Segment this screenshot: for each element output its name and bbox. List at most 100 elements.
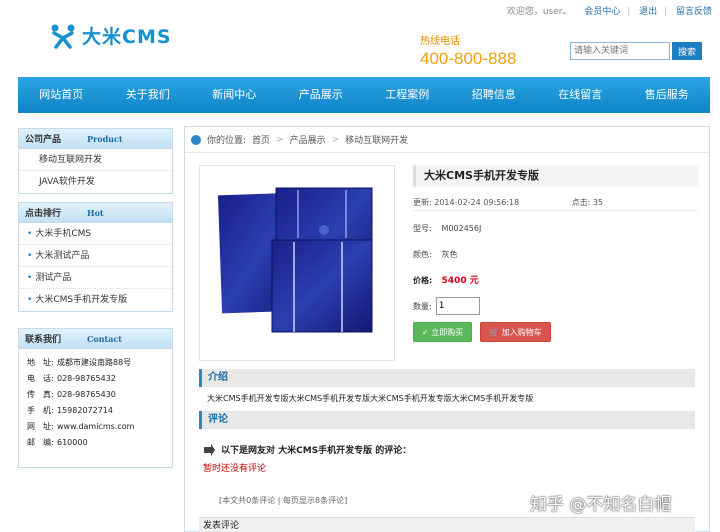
feedback-link[interactable]: 留言反馈 bbox=[676, 7, 712, 17]
comments-pager: [本文共0条评论 | 每页显示8条评论] bbox=[219, 496, 348, 505]
product-price: 价格: 5400 元 bbox=[413, 273, 699, 289]
watermark: 知乎 @不知名白帽 bbox=[530, 495, 672, 515]
hot-item-label: 大米CMS手机开发专版 bbox=[35, 295, 128, 305]
breadcrumb-current[interactable]: 移动互联网开发 bbox=[345, 133, 408, 146]
hot-item-label: 测试产品 bbox=[35, 273, 72, 283]
search-input[interactable] bbox=[570, 42, 670, 60]
buy-now-button[interactable]: ✓ 立即购买 bbox=[413, 322, 473, 342]
product-model: 型号: M002456J bbox=[413, 221, 699, 237]
contact-fax: 传 真: 028-98765430 bbox=[19, 387, 172, 403]
breadcrumb-products[interactable]: 产品展示 bbox=[290, 133, 326, 146]
contact-key: 传 真: bbox=[27, 390, 54, 399]
nav-service[interactable]: 售后服务 bbox=[624, 77, 711, 113]
comments-title-text: 以下是网友对 大米CMS手机开发专版 的评论： bbox=[221, 446, 412, 456]
quantity-label: 数量: bbox=[413, 301, 432, 311]
contact-key: 网 址: bbox=[27, 422, 54, 431]
site-logo[interactable]: 大米CMS bbox=[50, 22, 172, 49]
buy-icon: ✓ bbox=[422, 328, 432, 337]
breadcrumb-home[interactable]: 首页 bbox=[252, 133, 270, 146]
action-buttons: ✓ 立即购买 🛒 加入购物车 bbox=[413, 322, 699, 342]
sidebar-title-en: Hot bbox=[87, 207, 104, 218]
product-color: 颜色: 灰色 bbox=[413, 247, 699, 263]
nav-about[interactable]: 关于我们 bbox=[105, 77, 192, 113]
add-to-cart-button[interactable]: 🛒 加入购物车 bbox=[480, 322, 551, 342]
product-meta: 更新: 2014-02-24 09:56:18 点击: 35 bbox=[413, 195, 699, 211]
bullet-icon: • bbox=[27, 251, 33, 261]
bullet-icon: • bbox=[27, 273, 33, 283]
buy-now-label: 立即购买 bbox=[431, 328, 464, 337]
model-value: M002456J bbox=[441, 224, 482, 233]
sidebar-contact: 联系我们 Contact 地 址: 成都市建设南路88号 电 话: 028-9876… bbox=[18, 328, 173, 468]
nav-message[interactable]: 在线留言 bbox=[537, 77, 624, 113]
nav-cases[interactable]: 工程案例 bbox=[364, 77, 451, 113]
sidebar-header: 公司产品 Product bbox=[19, 129, 172, 149]
search-button[interactable]: 搜索 bbox=[672, 42, 702, 60]
sidebar-header: 联系我们 Contact bbox=[19, 329, 172, 349]
color-value: 灰色 bbox=[441, 250, 458, 259]
comments-heading: 评论 bbox=[199, 411, 695, 429]
location-icon bbox=[191, 134, 201, 145]
product-info: 大米CMS手机开发专版 更新: 2014-02-24 09:56:18 点击: … bbox=[413, 165, 699, 342]
contact-phone: 电 话: 028-98765432 bbox=[19, 371, 172, 387]
comments-title: 以下是网友对 大米CMS手机开发专版 的评论： bbox=[203, 443, 411, 456]
contact-value: 15982072714 bbox=[57, 406, 113, 415]
search-box: 搜索 bbox=[570, 42, 702, 60]
bullet-icon: • bbox=[27, 295, 33, 305]
product-updated: 更新: 2014-02-24 09:56:18 bbox=[413, 198, 520, 207]
add-to-cart-label: 加入购物车 bbox=[501, 328, 542, 337]
contact-address: 地 址: 成都市建设南路88号 bbox=[19, 355, 172, 371]
top-utility-bar: 欢迎您，user。 会员中心 | 退出 | 留言反馈 bbox=[505, 4, 712, 17]
divider: | bbox=[627, 7, 631, 17]
sidebar-hot: 点击排行 Hot • 大米手机CMS • 大米测试产品 • 测试产品 • 大米CMS手机… bbox=[18, 202, 173, 312]
intro-text: 大米CMS手机开发专版大米CMS手机开发专版大米CMS手机开发专版大米CMS手机… bbox=[207, 394, 534, 403]
nav-jobs[interactable]: 招聘信息 bbox=[451, 77, 538, 113]
hot-item[interactable]: • 大米手机CMS bbox=[19, 223, 172, 245]
hot-item[interactable]: • 测试产品 bbox=[19, 267, 172, 289]
divider: | bbox=[664, 7, 668, 17]
post-comment-heading: 发表评论 bbox=[199, 517, 695, 532]
sidebar-title: 点击排行 bbox=[25, 209, 62, 219]
color-label: 颜色: bbox=[413, 250, 432, 259]
breadcrumb-separator: > bbox=[276, 134, 284, 145]
contact-value[interactable]: www.damicms.com bbox=[57, 422, 134, 431]
contact-key: 邮 编: bbox=[27, 438, 54, 447]
category-item[interactable]: 移动互联网开发 bbox=[19, 149, 172, 171]
logout-link[interactable]: 退出 bbox=[639, 7, 657, 17]
nav-home[interactable]: 网站首页 bbox=[18, 77, 105, 113]
model-label: 型号: bbox=[413, 224, 432, 233]
category-item[interactable]: JAVA软件开发 bbox=[19, 171, 172, 193]
product-image[interactable] bbox=[199, 165, 395, 361]
sidebar-categories: 公司产品 Product 移动互联网开发 JAVA软件开发 bbox=[18, 128, 173, 194]
sidebar-title-en: Contact bbox=[87, 333, 122, 344]
nav-news[interactable]: 新闻中心 bbox=[191, 77, 278, 113]
hotline-number: 400-800-888 bbox=[420, 49, 517, 68]
main-nav: 网站首页 关于我们 新闻中心 产品展示 工程案例 招聘信息 在线留言 售后服务 bbox=[18, 77, 710, 113]
hotline: 热线电话 400-800-888 bbox=[420, 32, 516, 69]
contact-value: 610000 bbox=[57, 438, 88, 447]
contact-mobile: 手 机: 15982072714 bbox=[19, 403, 172, 419]
bullet-icon: • bbox=[27, 229, 33, 239]
logo-text: 大米CMS bbox=[82, 26, 172, 48]
main-content: 你的位置: 首页 > 产品展示 > 移动互联网开发 大米CMS手机开发专版 更新… bbox=[184, 126, 710, 532]
hot-item[interactable]: • 大米测试产品 bbox=[19, 245, 172, 267]
contact-value: 成都市建设南路88号 bbox=[57, 358, 132, 367]
contact-key: 地 址: bbox=[27, 358, 54, 367]
contact-zipcode: 邮 编: 610000 bbox=[19, 435, 172, 451]
quantity-input[interactable] bbox=[435, 297, 480, 315]
welcome-text: 欢迎您，user。 bbox=[506, 7, 572, 17]
price-label: 价格: bbox=[413, 276, 433, 285]
hot-item[interactable]: • 大米CMS手机开发专版 bbox=[19, 289, 172, 311]
logo-icon bbox=[51, 24, 75, 49]
cart-icon: 🛒 bbox=[489, 328, 502, 337]
product-title: 大米CMS手机开发专版 bbox=[413, 165, 699, 187]
hot-item-label: 大米测试产品 bbox=[35, 251, 90, 261]
sidebar-title: 公司产品 bbox=[25, 135, 62, 145]
comment-arrow-icon bbox=[204, 443, 215, 456]
nav-products[interactable]: 产品展示 bbox=[278, 77, 365, 113]
intro-heading: 介绍 bbox=[199, 369, 695, 387]
contact-key: 手 机: bbox=[27, 406, 54, 415]
contact-website: 网 址: www.damicms.com bbox=[19, 419, 172, 435]
contact-value: 028-98765432 bbox=[57, 374, 116, 383]
member-center-link[interactable]: 会员中心 bbox=[584, 7, 620, 17]
quantity-row: 数量: bbox=[413, 297, 699, 315]
